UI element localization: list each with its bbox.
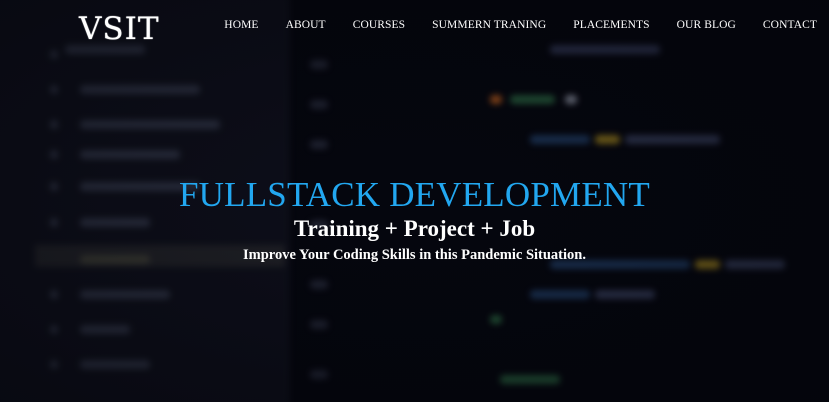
hero-tagline: Improve Your Coding Skills in this Pande…	[243, 247, 586, 263]
site-logo[interactable]: VSIT	[79, 11, 160, 47]
nav-contact[interactable]: CONTACT	[763, 19, 817, 31]
hero-subtitle: Training + Project + Job	[293, 216, 536, 241]
nav-courses[interactable]: COURSES	[353, 19, 405, 31]
nav-our-blog[interactable]: OUR BLOG	[677, 19, 736, 31]
main-nav: HOME ABOUT COURSES SUMMERN TRANING PLACE…	[197, 19, 817, 31]
nav-home[interactable]: HOME	[224, 19, 258, 31]
nav-placements[interactable]: PLACEMENTS	[573, 19, 649, 31]
nav-about[interactable]: ABOUT	[286, 19, 326, 31]
hero-title: FULLSTACK DEVELOPMENT	[179, 175, 650, 214]
nav-summer-training[interactable]: SUMMERN TRANING	[432, 19, 546, 31]
